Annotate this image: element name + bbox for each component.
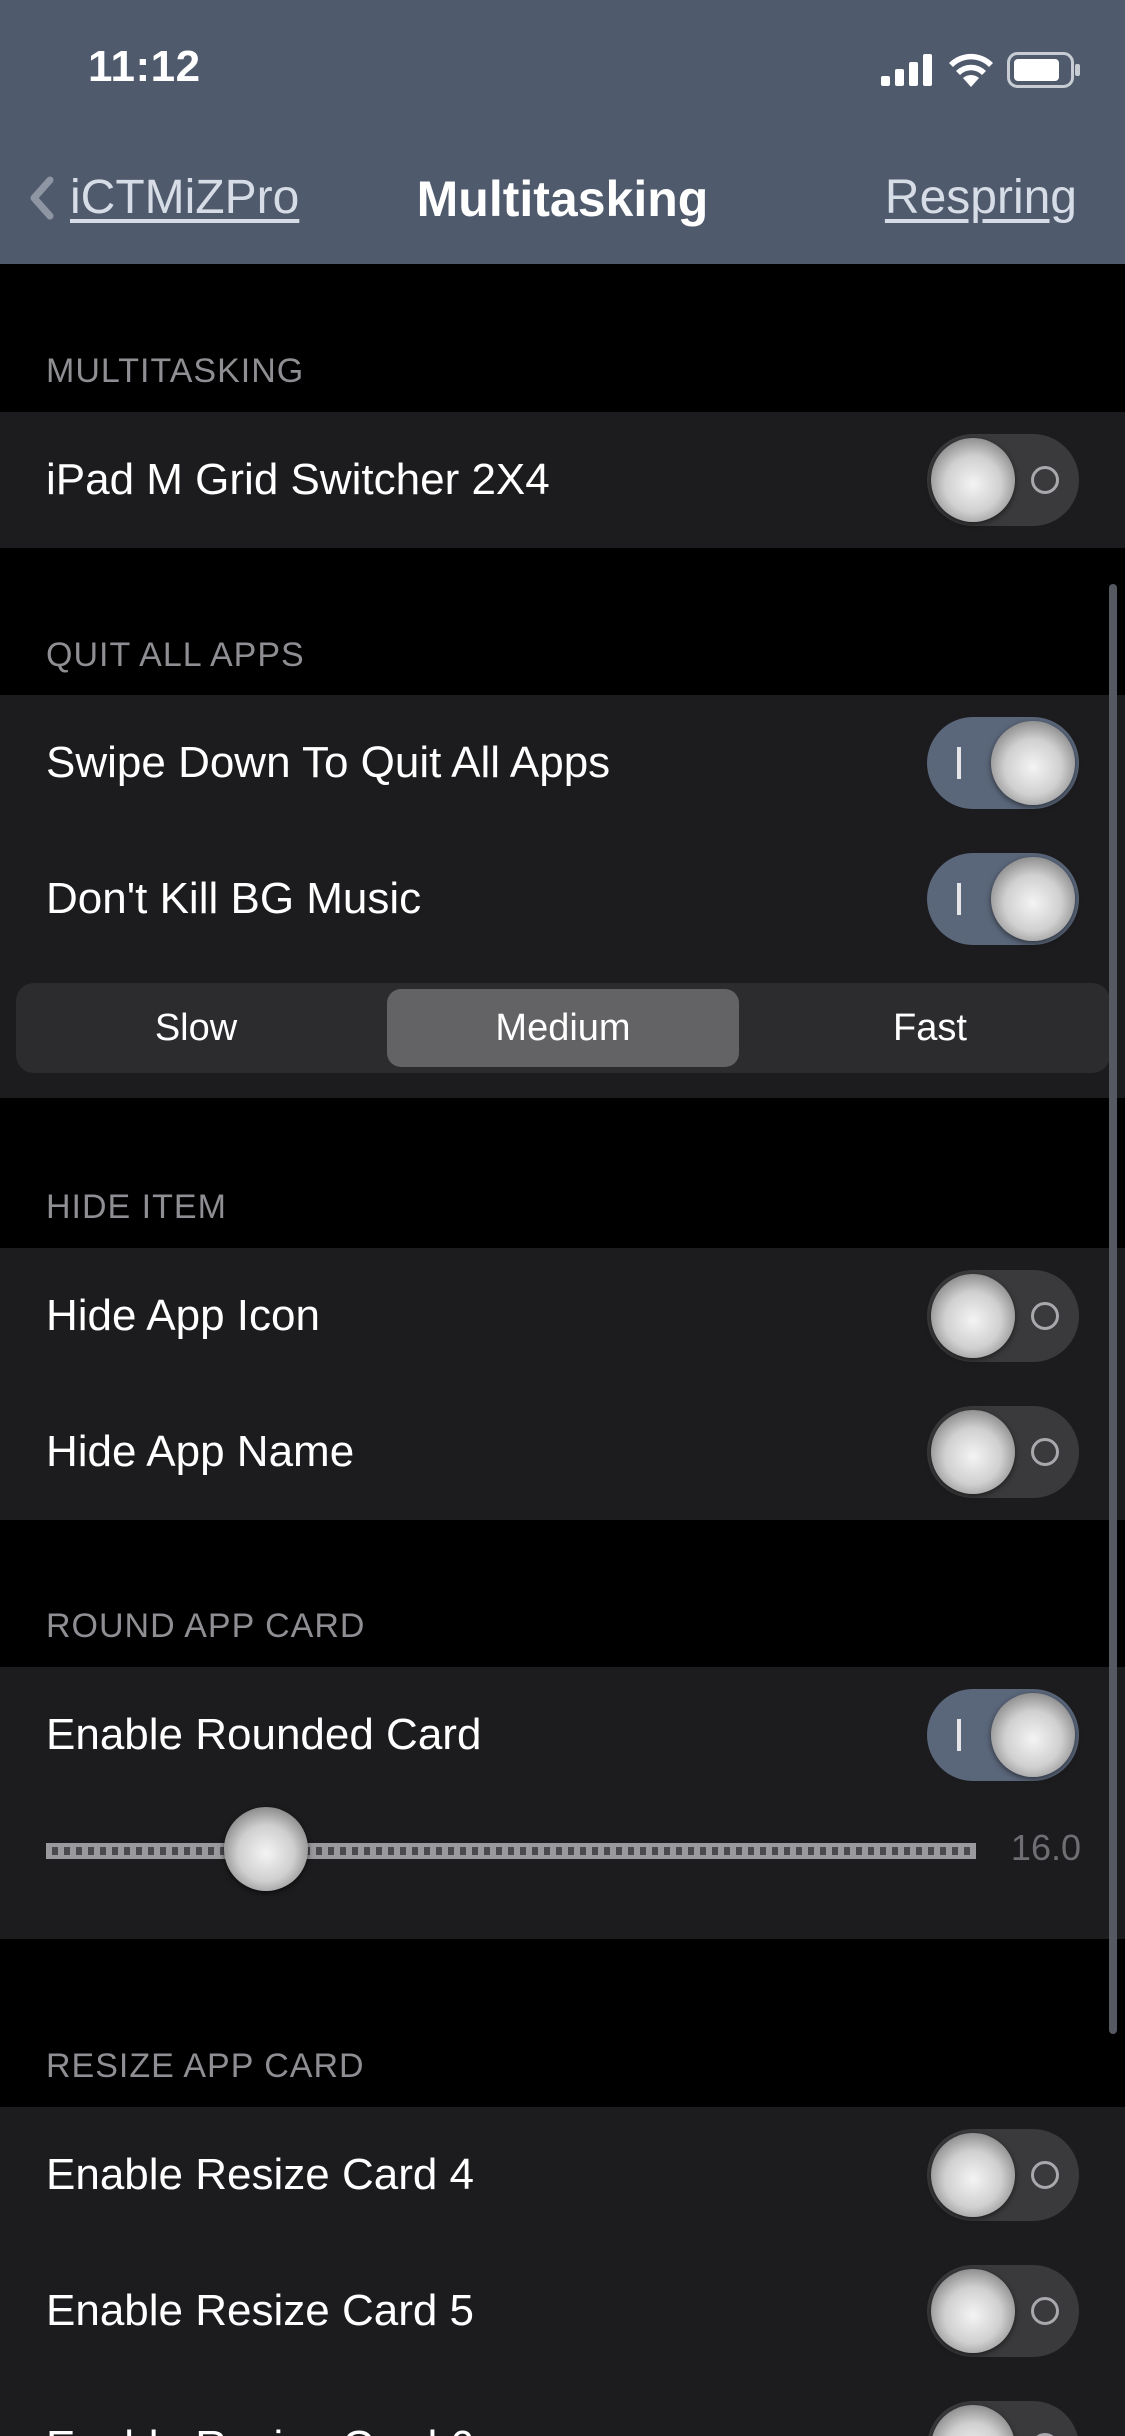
cellular-signal-icon <box>881 54 932 86</box>
rounded-card-toggle[interactable] <box>927 1689 1079 1781</box>
toggle-knob <box>931 438 1015 522</box>
swipe-down-quit-toggle[interactable] <box>927 717 1079 809</box>
row-label: iPad M Grid Switcher 2X4 <box>46 455 550 504</box>
toggle-off-indicator <box>1031 466 1059 494</box>
dont-kill-music-toggle[interactable] <box>927 853 1079 945</box>
toggle-off-indicator <box>1031 1302 1059 1330</box>
section-header-quit-all: QUIT ALL APPS <box>46 636 305 674</box>
scrollbar[interactable] <box>1109 584 1117 2034</box>
resize-card-5-toggle[interactable] <box>927 2265 1079 2357</box>
row-resize-card-4: Enable Resize Card 4 <box>0 2107 1125 2243</box>
status-time: 11:12 <box>88 42 201 91</box>
toggle-off-indicator <box>1031 2297 1059 2325</box>
row-label: Enable Resize Card 5 <box>46 2286 475 2335</box>
segment-medium[interactable]: Medium <box>387 989 739 1067</box>
toggle-knob <box>931 2405 1015 2436</box>
hide-app-name-toggle[interactable] <box>927 1406 1079 1498</box>
toggle-knob <box>931 1410 1015 1494</box>
status-icons <box>881 48 1081 92</box>
respring-button[interactable]: Respring <box>885 170 1077 225</box>
hide-app-icon-toggle[interactable] <box>927 1270 1079 1362</box>
section-header-multitasking: MULTITASKING <box>46 352 305 390</box>
resize-card-4-toggle[interactable] <box>927 2129 1079 2221</box>
toggle-knob <box>931 2133 1015 2217</box>
segment-fast[interactable]: Fast <box>750 983 1110 1073</box>
row-dont-kill-music: Don't Kill BG Music <box>0 831 1125 967</box>
radius-slider-track[interactable] <box>46 1843 976 1859</box>
navigation-bar: 11:12 iCTMiZPro Multitasking Respring <box>0 0 1125 264</box>
toggle-on-indicator <box>957 1719 961 1751</box>
section-header-resize-card: RESIZE APP CARD <box>46 2047 365 2085</box>
toggle-off-indicator <box>1031 1438 1059 1466</box>
toggle-knob <box>991 1693 1075 1777</box>
row-resize-card-6: Enable Resize Card 6 <box>0 2379 1125 2436</box>
battery-icon <box>1007 52 1080 88</box>
row-label: Enable Rounded Card <box>46 1710 482 1759</box>
row-swipe-down-quit: Swipe Down To Quit All Apps <box>0 695 1125 831</box>
row-hide-app-name: Hide App Name <box>0 1384 1125 1520</box>
speed-segmented-control: Slow Medium Fast <box>16 983 1110 1073</box>
row-label: Swipe Down To Quit All Apps <box>46 738 611 787</box>
segment-slow[interactable]: Slow <box>16 983 376 1073</box>
row-label: Hide App Icon <box>46 1291 320 1340</box>
section-header-hide-item: HIDE ITEM <box>46 1188 227 1226</box>
toggle-knob <box>931 2269 1015 2353</box>
toggle-knob <box>931 1274 1015 1358</box>
group-hide-item: Hide App Icon Hide App Name <box>0 1248 1125 1520</box>
row-label: Enable Resize Card 4 <box>46 2150 475 2199</box>
row-label: Don't Kill BG Music <box>46 874 422 923</box>
row-resize-card-5: Enable Resize Card 5 <box>0 2243 1125 2379</box>
row-label: Enable Resize Card 6 <box>46 2379 474 2436</box>
nav-row: iCTMiZPro Multitasking Respring <box>0 160 1125 240</box>
radius-slider-value: 16.0 <box>1010 1827 1081 1868</box>
row-rounded-card: Enable Rounded Card <box>0 1667 1125 1803</box>
toggle-knob <box>991 857 1075 941</box>
toggle-knob <box>991 721 1075 805</box>
resize-card-6-toggle[interactable] <box>927 2401 1079 2436</box>
settings-list: MULTITASKING iPad M Grid Switcher 2X4 QU… <box>0 264 1125 2436</box>
toggle-off-indicator <box>1031 2161 1059 2189</box>
section-header-round-card: ROUND APP CARD <box>46 1607 366 1645</box>
grid-switcher-toggle[interactable] <box>927 434 1079 526</box>
group-multitasking: iPad M Grid Switcher 2X4 <box>0 412 1125 548</box>
toggle-on-indicator <box>957 883 961 915</box>
row-grid-switcher: iPad M Grid Switcher 2X4 <box>0 412 1125 548</box>
group-quit-all: Swipe Down To Quit All Apps Don't Kill B… <box>0 695 1125 1098</box>
toggle-on-indicator <box>957 747 961 779</box>
row-hide-app-icon: Hide App Icon <box>0 1248 1125 1384</box>
group-resize-card: Enable Resize Card 4 Enable Resize Card … <box>0 2107 1125 2436</box>
group-round-card: Enable Rounded Card 16.0 <box>0 1667 1125 1939</box>
row-label: Hide App Name <box>46 1427 355 1476</box>
wifi-icon <box>949 53 993 87</box>
radius-slider-knob[interactable] <box>223 1807 308 1891</box>
